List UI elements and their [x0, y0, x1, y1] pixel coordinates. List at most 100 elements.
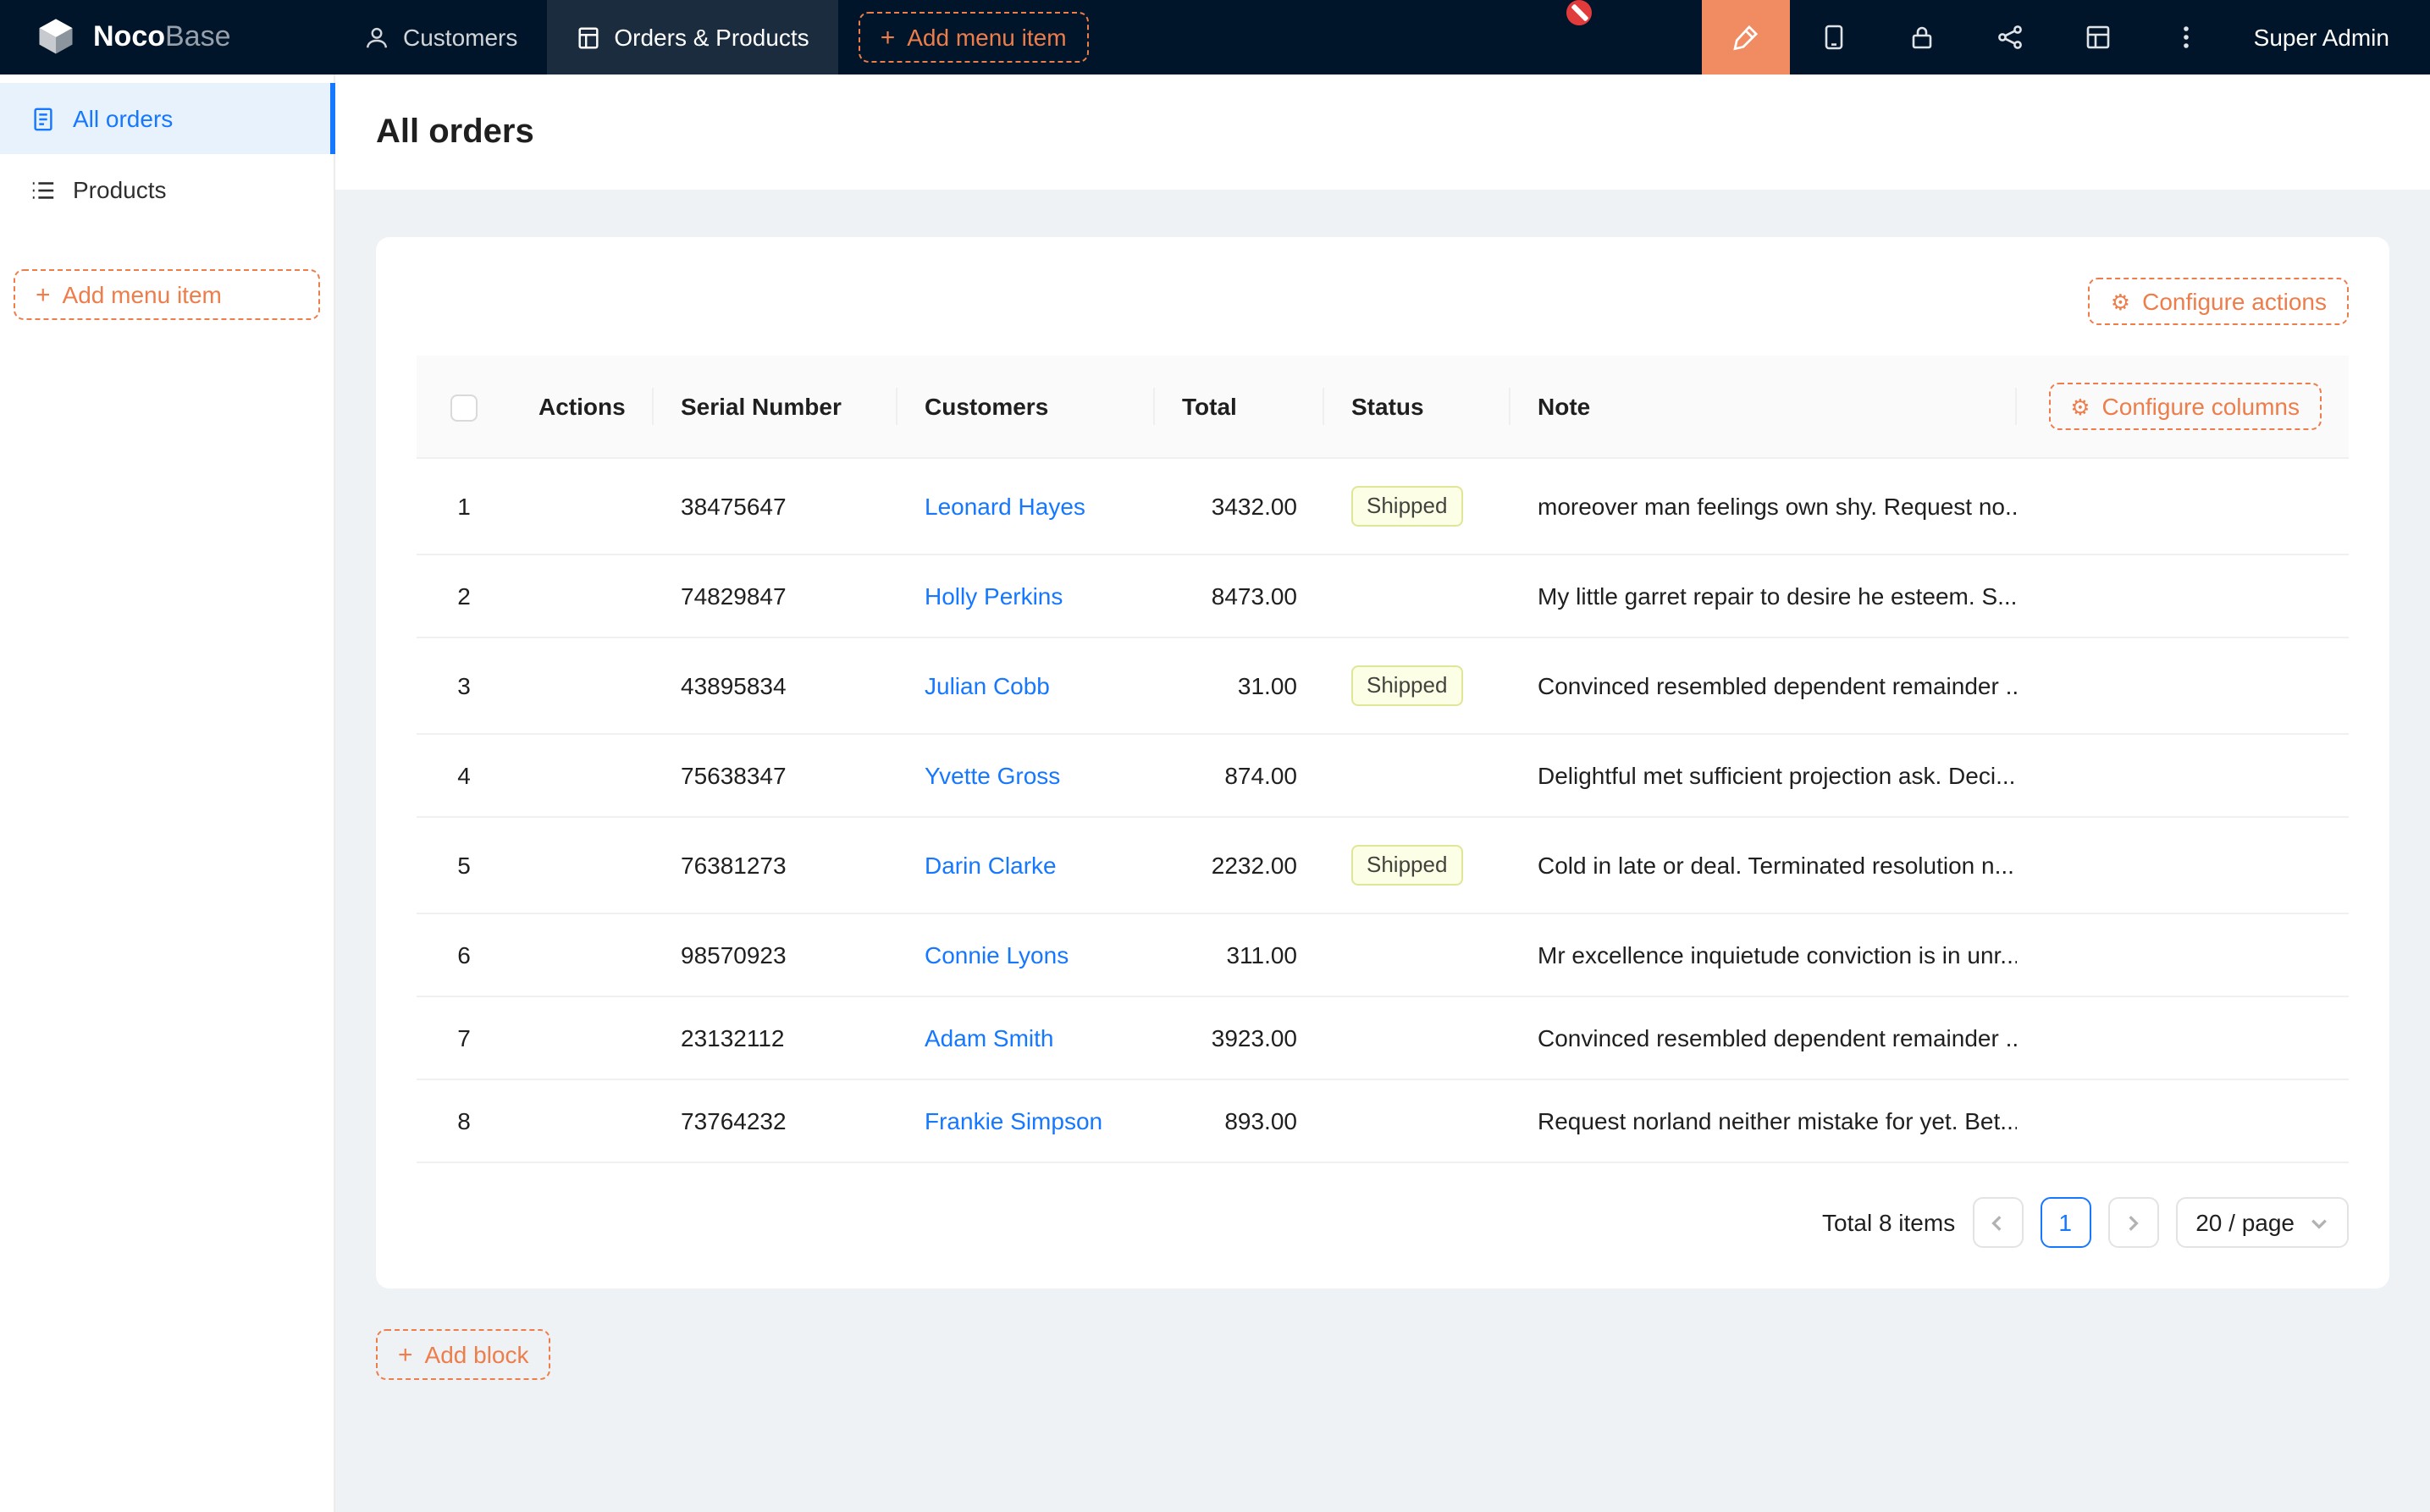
column-header-actions[interactable]: Actions — [511, 356, 654, 458]
note-value: moreover man feelings own shy. Request n… — [1510, 458, 2017, 555]
row-index: 8 — [457, 1107, 471, 1134]
column-header-note[interactable]: Note — [1510, 356, 2017, 458]
main-nav: Customers Orders & Products + Add menu i… — [335, 0, 1089, 74]
table-row[interactable]: 8 73764232 Frankie Simpson 893.00 Reques… — [417, 1079, 2349, 1162]
row-actions-cell — [511, 1079, 654, 1162]
row-actions-cell — [511, 458, 654, 555]
row-index: 7 — [457, 1024, 471, 1051]
note-value: Cold in late or deal. Terminated resolut… — [1510, 817, 2017, 913]
row-spacer-cell — [2017, 1079, 2349, 1162]
lock-button[interactable] — [1878, 0, 1966, 74]
orders-table-block: ⚙ Configure actions Actions — [376, 237, 2389, 1289]
header-add-menu-item-button[interactable]: + Add menu item — [859, 12, 1089, 63]
user-menu[interactable]: Super Admin — [2230, 0, 2430, 74]
table-row[interactable]: 4 75638347 Yvette Gross 874.00 Delightfu… — [417, 734, 2349, 817]
pagination-next-button[interactable] — [2107, 1197, 2158, 1248]
configure-columns-label: Configure columns — [2102, 393, 2300, 420]
table-row[interactable]: 1 38475647 Leonard Hayes 3432.00 Shipped… — [417, 458, 2349, 555]
row-spacer-cell — [2017, 637, 2349, 734]
brand-text: NocoBase — [93, 20, 231, 54]
pagination-prev-button[interactable] — [1972, 1197, 2023, 1248]
orders-products-icon — [575, 25, 600, 50]
customer-link[interactable]: Connie Lyons — [925, 941, 1069, 968]
column-header-customers[interactable]: Customers — [897, 356, 1155, 458]
row-spacer-cell — [2017, 817, 2349, 913]
more-button[interactable] — [2142, 0, 2230, 74]
main-area: All orders ⚙ Configure actions — [335, 74, 2430, 1512]
header-actions: Super Admin — [1702, 0, 2430, 74]
user-name-label: Super Admin — [2254, 24, 2389, 51]
total-value: 8473.00 — [1155, 555, 1324, 637]
ellipsis-vertical-icon — [2173, 24, 2200, 51]
column-header-serial-number[interactable]: Serial Number — [654, 356, 897, 458]
customer-link[interactable]: Julian Cobb — [925, 672, 1050, 699]
page-size-select[interactable]: 20 / page — [2175, 1197, 2349, 1248]
api-button[interactable] — [1966, 0, 2054, 74]
pagination-total: Total 8 items — [1822, 1209, 1955, 1236]
note-value: Request norland neither mistake for yet.… — [1510, 1079, 2017, 1162]
select-all-checkbox[interactable] — [450, 394, 478, 421]
table-row[interactable]: 3 43895834 Julian Cobb 31.00 Shipped Con… — [417, 637, 2349, 734]
no-entry-icon — [1566, 0, 1592, 25]
serial-number-value: 73764232 — [654, 1079, 897, 1162]
nav-item-customers[interactable]: Customers — [335, 0, 546, 74]
row-index: 5 — [457, 852, 471, 879]
table-row[interactable]: 7 23132112 Adam Smith 3923.00 Convinced … — [417, 996, 2349, 1079]
customer-link[interactable]: Darin Clarke — [925, 852, 1057, 879]
sidebar-add-menu-item-button[interactable]: + Add menu item — [14, 269, 320, 320]
serial-number-value: 76381273 — [654, 817, 897, 913]
layout-icon — [2085, 24, 2112, 51]
top-header: NocoBase Customers Orders & Products + A… — [0, 0, 2430, 74]
note-value: Convinced resembled dependent remainder … — [1510, 637, 2017, 734]
total-value: 31.00 — [1155, 637, 1324, 734]
brand-noco: Noco — [93, 20, 165, 52]
mobile-button[interactable] — [1790, 0, 1878, 74]
chevron-right-icon — [2123, 1213, 2142, 1232]
note-value: Delightful met sufficient projection ask… — [1510, 734, 2017, 817]
customer-link[interactable]: Frankie Simpson — [925, 1107, 1102, 1134]
column-header-status[interactable]: Status — [1324, 356, 1510, 458]
row-spacer-cell — [2017, 734, 2349, 817]
serial-number-value: 38475647 — [654, 458, 897, 555]
brand[interactable]: NocoBase — [0, 0, 335, 74]
column-header-total[interactable]: Total — [1155, 356, 1324, 458]
row-spacer-cell — [2017, 458, 2349, 555]
table-row[interactable]: 6 98570923 Connie Lyons 311.00 Mr excell… — [417, 913, 2349, 996]
sidebar-item-products[interactable]: Products — [0, 154, 334, 225]
customer-link[interactable]: Holly Perkins — [925, 582, 1063, 610]
plus-icon: + — [881, 25, 896, 50]
sidebar-item-all-orders[interactable]: All orders — [0, 83, 334, 154]
plus-icon: + — [398, 1342, 413, 1367]
status-badge: Shipped — [1351, 665, 1462, 706]
gear-icon: ⚙ — [2111, 290, 2130, 312]
row-actions-cell — [511, 555, 654, 637]
add-block-button[interactable]: + Add block — [376, 1329, 551, 1380]
chevron-left-icon — [1988, 1213, 2007, 1232]
customers-icon — [364, 25, 389, 50]
nocobase-app: NocoBase Customers Orders & Products + A… — [0, 0, 2430, 1512]
configure-actions-button[interactable]: ⚙ Configure actions — [2089, 278, 2349, 325]
chevron-down-icon — [2310, 1213, 2328, 1232]
sidebar-item-label: All orders — [73, 105, 173, 132]
pagination-page-1[interactable]: 1 — [2040, 1197, 2090, 1248]
page-header: All orders — [335, 74, 2430, 190]
status-badge: Shipped — [1351, 845, 1462, 886]
orders-table: Actions Serial Number Customers Total St… — [417, 356, 2349, 1163]
ui-editor-button[interactable] — [1702, 0, 1790, 74]
add-menu-item-label: Add menu item — [63, 281, 222, 308]
nav-item-orders-products[interactable]: Orders & Products — [546, 0, 837, 74]
layout-button[interactable] — [2054, 0, 2142, 74]
row-spacer-cell — [2017, 996, 2349, 1079]
table-row[interactable]: 2 74829847 Holly Perkins 8473.00 My litt… — [417, 555, 2349, 637]
customer-link[interactable]: Adam Smith — [925, 1024, 1054, 1051]
row-spacer-cell — [2017, 913, 2349, 996]
total-value: 3923.00 — [1155, 996, 1324, 1079]
page-content: ⚙ Configure actions Actions — [335, 190, 2430, 1512]
plus-icon: + — [36, 282, 51, 307]
table-toolbar: ⚙ Configure actions — [417, 278, 2349, 325]
configure-columns-button[interactable]: ⚙ Configure columns — [2048, 383, 2322, 430]
table-row[interactable]: 5 76381273 Darin Clarke 2232.00 Shipped … — [417, 817, 2349, 913]
customer-link[interactable]: Yvette Gross — [925, 762, 1060, 789]
row-index: 4 — [457, 762, 471, 789]
customer-link[interactable]: Leonard Hayes — [925, 493, 1085, 520]
